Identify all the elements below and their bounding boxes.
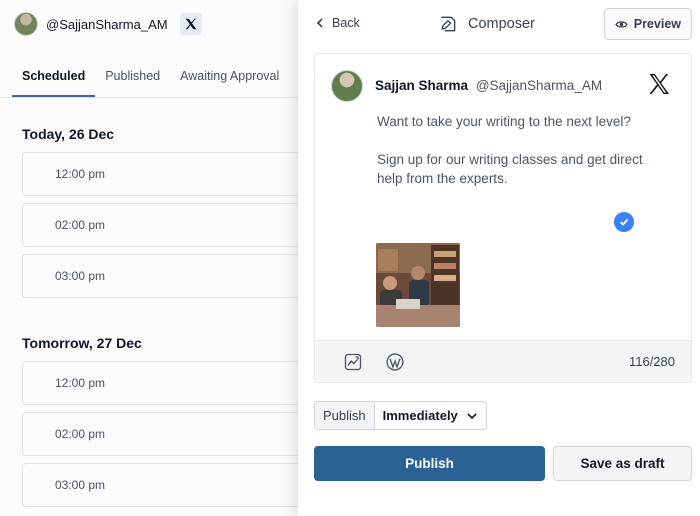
schedule-tabs: Scheduled Published Awaiting Approval — [0, 56, 320, 98]
post-text-area[interactable]: Want to take your writing to the next le… — [377, 112, 667, 188]
time-slot[interactable]: 12:00 pm — [22, 361, 312, 405]
avatar — [14, 12, 38, 36]
composer-drawer: Back Composer Preview Sajjan Sharma @Saj… — [298, 0, 700, 516]
day-heading: Tomorrow, 27 Dec — [22, 335, 142, 351]
account-header[interactable]: @SajjanSharma_AM — [14, 12, 202, 36]
post-paragraph: Want to take your writing to the next le… — [377, 114, 631, 129]
tab-scheduled[interactable]: Scheduled — [12, 56, 96, 97]
tab-published[interactable]: Published — [95, 56, 170, 97]
composer-title: Composer — [468, 16, 535, 32]
chevron-left-icon — [316, 18, 323, 28]
back-button[interactable]: Back — [316, 16, 360, 30]
time-slot[interactable]: 12:00 pm — [22, 152, 312, 196]
post-editor-card: Sajjan Sharma @SajjanSharma_AM Want to t… — [314, 53, 692, 383]
time-slot[interactable]: 02:00 pm — [22, 412, 312, 456]
eye-icon — [615, 20, 628, 28]
time-slot[interactable]: 02:00 pm — [22, 203, 312, 247]
publish-select-label: Publish — [315, 402, 375, 429]
attached-photo — [376, 243, 460, 327]
publish-select-value-text: Immediately — [382, 408, 458, 423]
day-heading: Today, 26 Dec — [22, 126, 115, 142]
compose-icon — [441, 16, 456, 32]
preview-button[interactable]: Preview — [603, 8, 692, 40]
author-handle: @SajjanSharma_AM — [475, 78, 603, 93]
image-upload-icon[interactable] — [343, 352, 363, 372]
x-logo-icon — [649, 74, 669, 94]
attached-image[interactable] — [376, 243, 460, 327]
x-logo-icon — [179, 13, 202, 35]
character-counter: 116/280 — [628, 354, 675, 369]
publish-select-value[interactable]: Immediately — [375, 402, 486, 429]
check-icon — [614, 212, 634, 232]
back-label: Back — [332, 16, 360, 30]
wordpress-icon[interactable] — [385, 352, 405, 372]
publish-timing-select[interactable]: Publish Immediately — [314, 401, 487, 430]
preview-label: Preview — [633, 17, 681, 31]
tab-awaiting-approval[interactable]: Awaiting Approval — [170, 56, 289, 97]
time-slot[interactable]: 03:00 pm — [22, 254, 312, 298]
avatar — [331, 70, 363, 102]
author-name: Sajjan Sharma — [375, 78, 469, 93]
editor-toolbar: 116/280 — [315, 340, 691, 382]
post-author: Sajjan Sharma @SajjanSharma_AM — [375, 78, 602, 93]
time-slot[interactable]: 03:00 pm — [22, 463, 312, 507]
scheduler-panel: @SajjanSharma_AM Scheduled Published Awa… — [0, 0, 320, 516]
chevron-down-icon — [467, 412, 477, 419]
save-draft-button[interactable]: Save as draft — [553, 446, 692, 481]
publish-button[interactable]: Publish — [314, 446, 545, 481]
account-handle: @SajjanSharma_AM — [46, 16, 168, 32]
post-paragraph: Sign up for our writing classes and get … — [377, 152, 643, 186]
composer-heading: Composer — [438, 14, 535, 34]
